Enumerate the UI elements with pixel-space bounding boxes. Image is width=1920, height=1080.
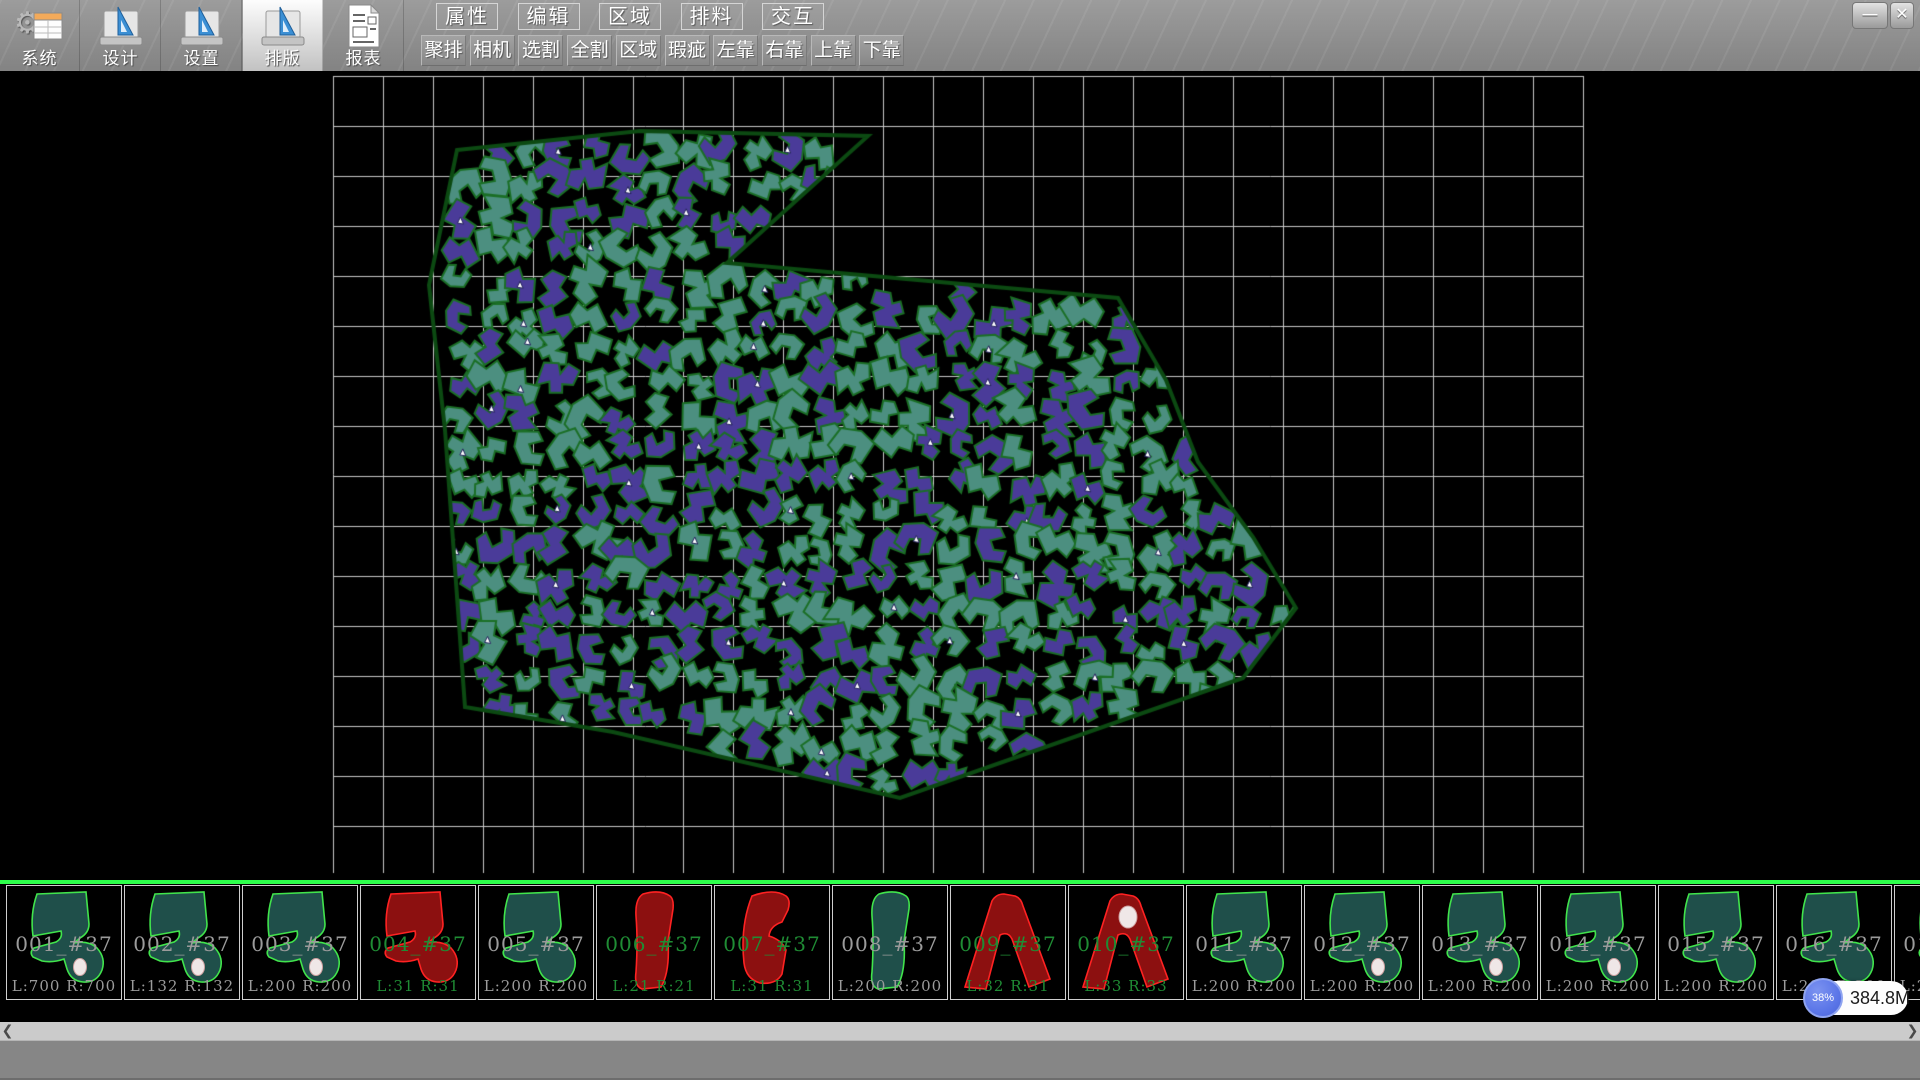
big-button-报表[interactable]: 报表 bbox=[324, 0, 404, 71]
minimize-icon: — bbox=[1863, 6, 1878, 23]
piece-id-label: 013_#37 bbox=[1423, 932, 1537, 956]
piece-id-label: 011_#37 bbox=[1187, 932, 1301, 956]
nesting-canvas[interactable] bbox=[0, 71, 1920, 880]
menu-属性[interactable]: 属性 bbox=[436, 3, 498, 30]
piece-id-label: 004_#37 bbox=[361, 932, 475, 956]
progress-circle: 38% bbox=[1803, 978, 1843, 1018]
piece-thumbnail-007_#37[interactable]: 007_#37 L:31 R:31 bbox=[714, 885, 830, 1000]
piece-thumbnail-011_#37[interactable]: 011_#37 L:200 R:200 bbox=[1186, 885, 1302, 1000]
piece-id-label: 001_#37 bbox=[7, 932, 121, 956]
piece-lr-label: L:200 R:200 bbox=[833, 977, 947, 995]
ribbon-toolbar: ⚙系统设计设置排版报表 属性编辑区域排料交互 聚排相机选割全割区域瑕疵左靠右靠上… bbox=[0, 0, 1920, 72]
tool-选割-2[interactable]: 选割 bbox=[518, 35, 563, 66]
tool-聚排-0[interactable]: 聚排 bbox=[421, 35, 466, 66]
piece-lr-label: L:200 R:200 bbox=[1659, 977, 1773, 995]
piece-lr-label: L:200 R:200 bbox=[479, 977, 593, 995]
big-button-label: 系统 bbox=[0, 44, 79, 69]
report-icon bbox=[340, 3, 388, 49]
piece-thumbnail-012_#37[interactable]: 012_#37 L:200 R:200 bbox=[1304, 885, 1420, 1000]
tool-区域-4[interactable]: 区域 bbox=[616, 35, 661, 66]
ruler-icon bbox=[178, 3, 226, 49]
piece-thumbnail-015_#37[interactable]: 015_#37 L:200 R:200 bbox=[1658, 885, 1774, 1000]
piece-id-label: 008_#37 bbox=[833, 932, 947, 956]
memory-badge[interactable]: 38% 384.8M bbox=[1806, 981, 1908, 1015]
menu-区域[interactable]: 区域 bbox=[599, 3, 661, 30]
piece-thumbnail-006_#37[interactable]: 006_#37 L:21 R:21 bbox=[596, 885, 712, 1000]
big-button-排版[interactable]: 排版 bbox=[243, 0, 323, 71]
big-button-label: 报表 bbox=[324, 44, 403, 69]
menu-编辑[interactable]: 编辑 bbox=[518, 3, 580, 30]
piece-id-label: 012_#37 bbox=[1305, 932, 1419, 956]
big-button-label: 排版 bbox=[243, 44, 322, 69]
piece-lr-label: L:200 R:200 bbox=[1541, 977, 1655, 995]
tool-上靠-8[interactable]: 上靠 bbox=[811, 35, 856, 66]
menu-交互[interactable]: 交互 bbox=[762, 3, 824, 30]
piece-id-label: 016_#37 bbox=[1777, 932, 1891, 956]
piece-id-label: 002_#37 bbox=[125, 932, 239, 956]
ruler-icon bbox=[97, 3, 145, 49]
piece-thumbnail-008_#37[interactable]: 008_#37 L:200 R:200 bbox=[832, 885, 948, 1000]
piece-id-label: 014_#37 bbox=[1541, 932, 1655, 956]
piece-id-label: 015_#37 bbox=[1659, 932, 1773, 956]
minimize-button[interactable]: — bbox=[1852, 2, 1888, 29]
piece-id-label: 003_#37 bbox=[243, 932, 357, 956]
piece-lr-label: L:200 R:200 bbox=[1305, 977, 1419, 995]
tool-全割-3[interactable]: 全割 bbox=[567, 35, 612, 66]
piece-thumbnail-004_#37[interactable]: 004_#37 L:31 R:31 bbox=[360, 885, 476, 1000]
ruler-icon bbox=[259, 3, 307, 49]
piece-lr-label: L:32 R:31 bbox=[951, 977, 1065, 995]
piece-thumbnail-005_#37[interactable]: 005_#37 L:200 R:200 bbox=[478, 885, 594, 1000]
scroll-right-icon[interactable]: ❯ bbox=[1905, 1022, 1920, 1040]
piece-thumbnail-002_#37[interactable]: 002_#37 L:132 R:132 bbox=[124, 885, 240, 1000]
piece-thumbnail-010_#37[interactable]: 010_#37 L:33 R:33 bbox=[1068, 885, 1184, 1000]
piece-id-label: 010_#37 bbox=[1069, 932, 1183, 956]
big-button-系统[interactable]: ⚙系统 bbox=[0, 0, 80, 71]
piece-lr-label: L:31 R:31 bbox=[715, 977, 829, 995]
big-button-设置[interactable]: 设置 bbox=[162, 0, 242, 71]
piece-lr-label: L:200 R:200 bbox=[1187, 977, 1301, 995]
piece-thumbnail-009_#37[interactable]: 009_#37 L:32 R:31 bbox=[950, 885, 1066, 1000]
tool-右靠-7[interactable]: 右靠 bbox=[762, 35, 807, 66]
piece-thumbnail-001_#37[interactable]: 001_#37 L:700 R:700 bbox=[6, 885, 122, 1000]
close-button[interactable]: ✕ bbox=[1890, 2, 1914, 29]
scroll-left-icon[interactable]: ❮ bbox=[0, 1022, 15, 1040]
piece-thumbnail-strip: 001_#37L:700 R:700002_#37L:132 R:132003_… bbox=[0, 884, 1920, 1022]
piece-id-label: 009_#37 bbox=[951, 932, 1065, 956]
app-window: { "window": { "minimize_glyph": "—", "cl… bbox=[0, 0, 1920, 1080]
tool-下靠-9[interactable]: 下靠 bbox=[859, 35, 904, 66]
tool-瑕疵-5[interactable]: 瑕疵 bbox=[665, 35, 710, 66]
big-button-label: 设计 bbox=[81, 44, 160, 69]
tool-左靠-6[interactable]: 左靠 bbox=[713, 35, 758, 66]
piece-lr-label: L:200 R:200 bbox=[1423, 977, 1537, 995]
piece-id-label: 006_#37 bbox=[597, 932, 711, 956]
piece-lr-label: L:21 R:21 bbox=[597, 977, 711, 995]
piece-lr-label: L:33 R:33 bbox=[1069, 977, 1183, 995]
piece-lr-label: L:31 R:31 bbox=[361, 977, 475, 995]
piece-lr-label: L:132 R:132 bbox=[125, 977, 239, 995]
status-bar bbox=[0, 1040, 1920, 1080]
piece-id-label: 005_#37 bbox=[479, 932, 593, 956]
memory-value: 384.8M bbox=[1850, 988, 1910, 1009]
horizontal-scrollbar[interactable]: ❮ ❯ bbox=[0, 1022, 1920, 1040]
piece-thumbnail-013_#37[interactable]: 013_#37 L:200 R:200 bbox=[1422, 885, 1538, 1000]
piece-lr-label: L:700 R:700 bbox=[7, 977, 121, 995]
big-button-label: 设置 bbox=[162, 44, 241, 69]
big-button-设计[interactable]: 设计 bbox=[81, 0, 161, 71]
piece-thumbnail-003_#37[interactable]: 003_#37 L:200 R:200 bbox=[242, 885, 358, 1000]
progress-percent: 38% bbox=[1812, 992, 1834, 1004]
piece-id-label: 017_#37 bbox=[1895, 932, 1920, 956]
gear-table-icon: ⚙ bbox=[12, 3, 68, 49]
piece-id-label: 007_#37 bbox=[715, 932, 829, 956]
menu-排料[interactable]: 排料 bbox=[681, 3, 743, 30]
tool-相机-1[interactable]: 相机 bbox=[470, 35, 515, 66]
close-icon: ✕ bbox=[1895, 6, 1908, 23]
piece-thumbnail-014_#37[interactable]: 014_#37 L:200 R:200 bbox=[1540, 885, 1656, 1000]
piece-lr-label: L:200 R:200 bbox=[243, 977, 357, 995]
